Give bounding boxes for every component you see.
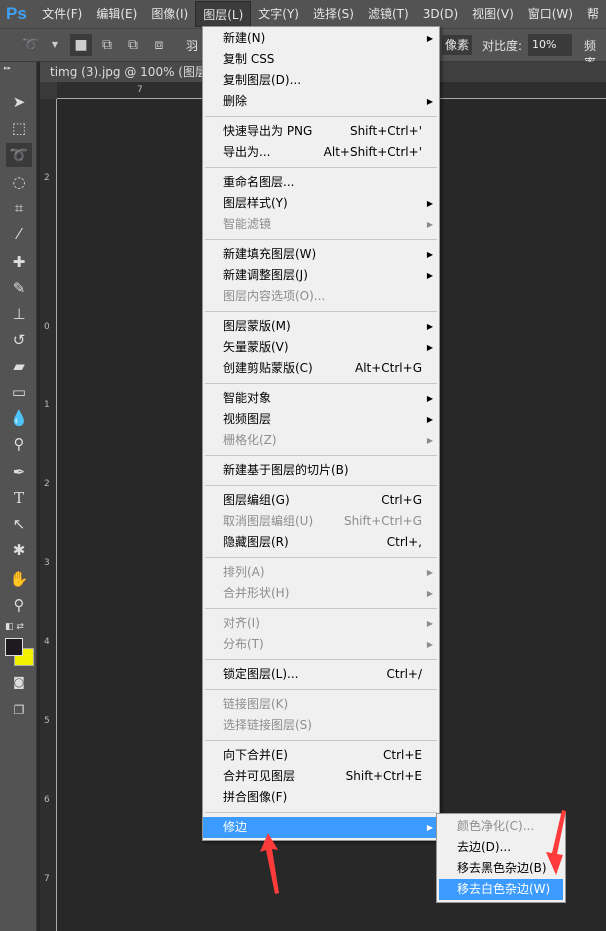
annotation-arrow-up <box>260 833 279 894</box>
annotation-arrows <box>260 810 566 894</box>
annotation-arrow-down <box>546 810 566 875</box>
